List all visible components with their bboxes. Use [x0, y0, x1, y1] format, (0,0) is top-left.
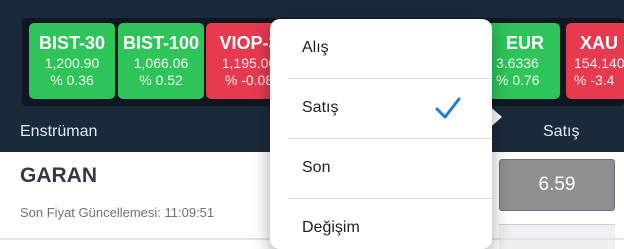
ticker-name: XAU	[580, 33, 619, 53]
ticker-value: 154.140	[574, 55, 624, 71]
sell-price-button[interactable]: 6.59	[499, 159, 615, 211]
menu-item-label: Değişim	[302, 219, 360, 236]
checkmark-icon	[435, 97, 461, 119]
menu-item-alis[interactable]: Alış	[270, 19, 492, 79]
instrument-column-label: Enstrüman	[20, 123, 98, 140]
menu-item-label: Alış	[302, 39, 329, 56]
ticker-value: 1,066.06	[133, 55, 189, 71]
instrument-symbol: GARAN	[20, 164, 97, 187]
ticker-tile-bist30[interactable]: BIST-30 1,200.90 % 0.36	[29, 23, 115, 99]
next-price-cell	[499, 224, 615, 249]
ticker-value: 1,200.90	[44, 55, 100, 71]
ticker-tile-bist100[interactable]: BIST-100 1,066.06 % 0.52	[118, 23, 204, 99]
column-select-menu: Alış Satış Son Değişim	[270, 19, 492, 249]
menu-item-label: Satış	[302, 99, 339, 116]
ticker-percent: % 0.52	[139, 72, 183, 88]
ticker-tile-xau[interactable]: XAU 154.140 % -3.4	[566, 23, 624, 99]
menu-item-label: Son	[302, 159, 331, 176]
menu-item-degisim[interactable]: Değişim	[270, 199, 492, 249]
ticker-name: BIST-100	[122, 33, 200, 53]
ticker-name: BIST-30	[38, 33, 106, 53]
sell-column-label[interactable]: Satış	[543, 123, 579, 141]
last-update-text: Son Fiyat Güncellemesi: 11:09:51	[20, 205, 215, 220]
ticker-percent: % 0.36	[50, 72, 94, 88]
ticker-percent: % -3.4	[574, 72, 615, 88]
menu-item-satis[interactable]: Satış	[270, 79, 492, 139]
menu-item-son[interactable]: Son	[270, 139, 492, 199]
